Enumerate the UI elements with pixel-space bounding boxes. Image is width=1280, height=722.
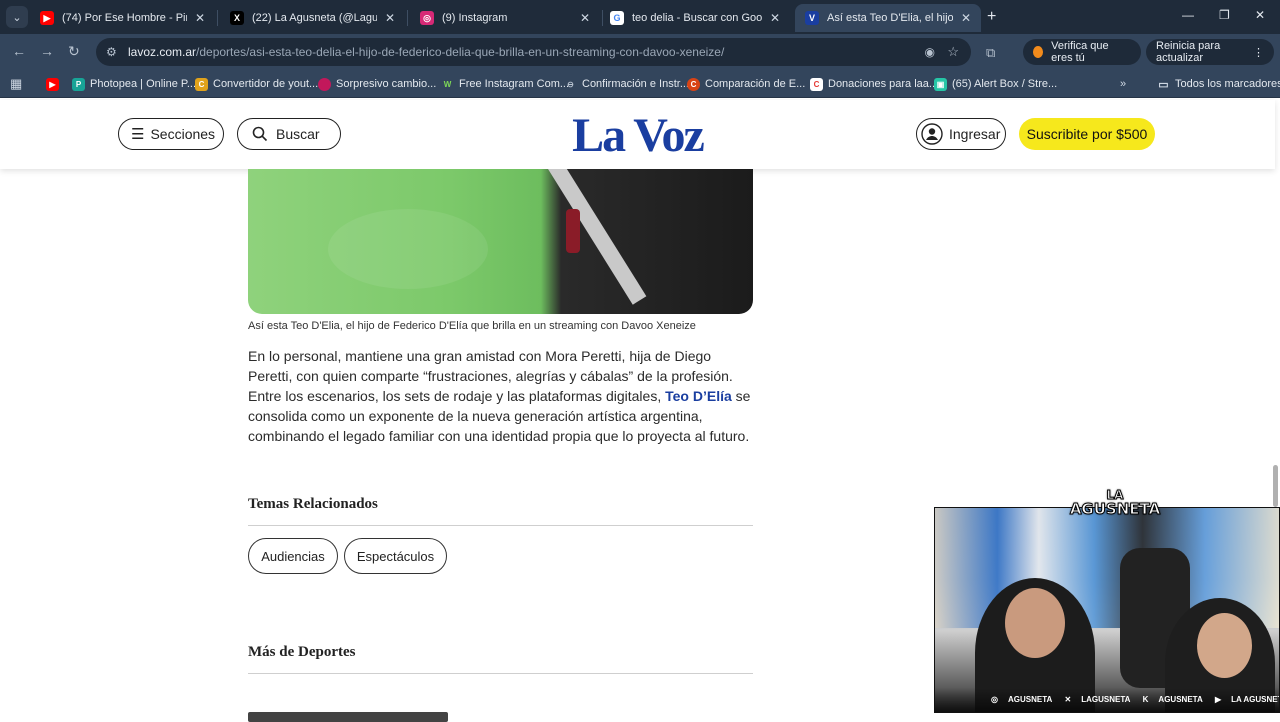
news-icon [318, 77, 331, 91]
verify-pill[interactable]: Verifica que eres tú [1023, 39, 1141, 65]
login-button[interactable]: Ingresar [916, 118, 1006, 150]
back-icon[interactable]: ← [12, 43, 26, 59]
bookmark-star-icon[interactable]: ☆ [947, 44, 959, 60]
hamburger-icon: ☰ [131, 126, 145, 143]
search-button[interactable]: Buscar [237, 118, 341, 150]
tag-espectaculos[interactable]: Espectáculos [344, 538, 447, 574]
teo-delia-link[interactable]: Teo D’Elía [665, 388, 732, 404]
search-label: Buscar [276, 126, 320, 142]
tab-title: (9) Instagram [442, 12, 508, 24]
instagram-icon: ◎ [420, 11, 434, 25]
login-label: Ingresar [949, 126, 1001, 142]
site-info-icon[interactable]: ⚙ [106, 45, 122, 59]
tab-google[interactable]: G teo delia - Buscar con Google ✕ [600, 4, 790, 32]
tag-audiencias[interactable]: Audiencias [248, 538, 338, 574]
all-bookmarks[interactable]: ▭ Todos los marcadores [1157, 76, 1280, 92]
close-icon[interactable]: ✕ [195, 11, 205, 25]
x-icon: ✕ [1064, 695, 1072, 704]
browser-toolbar: ← → ↻ ⚙ lavoz.com.ar/deportes/asi-esta-t… [0, 34, 1280, 70]
photopea-icon: P [72, 77, 85, 91]
instagram-icon: ◎ [991, 695, 998, 704]
google-icon: G [610, 11, 624, 25]
divider [248, 673, 753, 674]
window-close-icon[interactable]: ✕ [1255, 8, 1265, 22]
close-icon[interactable]: ✕ [385, 11, 395, 25]
new-tab-button[interactable]: + [987, 8, 996, 26]
subscribe-button[interactable]: Suscribite por $500 [1019, 118, 1155, 150]
related-topics-heading: Temas Relacionados [248, 496, 378, 512]
warning-dot-icon [1033, 46, 1044, 58]
streamlabs-icon: ▣ [934, 77, 947, 91]
more-bookmarks-icon[interactable]: » [1120, 76, 1126, 92]
forward-icon[interactable]: → [40, 43, 54, 59]
bookmark-item[interactable]: C Donaciones para laa... [810, 76, 938, 92]
address-bar[interactable]: ⚙ lavoz.com.ar/deportes/asi-esta-teo-del… [96, 38, 971, 66]
tab-instagram[interactable]: ◎ (9) Instagram ✕ [410, 4, 600, 32]
close-icon[interactable]: ✕ [961, 11, 971, 25]
tab-title: (22) La Agusneta (@Lagusneta) [252, 12, 377, 24]
sections-label: Secciones [150, 126, 216, 142]
cafecito-icon: C [810, 77, 823, 91]
bookmark-item[interactable]: P Photopea | Online P... [72, 76, 196, 92]
kick-icon: K [1142, 695, 1149, 704]
bookmarks-bar: ▦ ▶ P Photopea | Online P... C Convertidor… [0, 70, 1280, 98]
url-text: lavoz.com.ar/deportes/asi-esta-teo-delia… [128, 45, 725, 59]
bookmark-item[interactable]: C Convertidor de yout... [195, 76, 318, 92]
restart-update-button[interactable]: Reinicia para actualizar ⋮ [1146, 39, 1274, 65]
converter-icon: C [195, 77, 208, 91]
extensions-icon[interactable]: ⧉ [986, 45, 995, 61]
bookmark-item[interactable]: C Comparación de E... [687, 76, 805, 92]
bookmark-youtube[interactable]: ▶ [46, 76, 64, 92]
tab-title: (74) Por Ese Hombre - Pimpinela [62, 12, 187, 24]
reload-icon[interactable]: ↻ [68, 43, 80, 60]
lavoz-logo[interactable]: La Voz [560, 107, 715, 163]
tab-lavoz-active[interactable]: V Así esta Teo D'Elia, el hijo de Fe ✕ [795, 4, 981, 32]
social-handles: ◎ AGUSNETA ✕ LAGUSNETA K AGUSNETA ▶ LA AGUSN… [991, 695, 1279, 704]
folder-icon: ▭ [1158, 78, 1169, 91]
link-icon: ⊖ [567, 79, 574, 89]
divider [248, 525, 753, 526]
sections-button[interactable]: ☰ Secciones [118, 118, 224, 150]
webcam-overlay: ◎ AGUSNETA ✕ LAGUSNETA K AGUSNETA ▶ LA AGUSN… [934, 507, 1280, 713]
bookmark-item[interactable]: ⊖ Confirmación e Instr... [564, 76, 689, 92]
lavoz-icon: V [805, 11, 819, 25]
tab-search-menu[interactable]: ⌄ [6, 6, 28, 28]
close-icon[interactable]: ✕ [580, 11, 590, 25]
more-vert-icon[interactable]: ⋮ [1253, 46, 1264, 59]
apps-icon[interactable]: ▦ [10, 76, 22, 92]
youtube-icon: ▶ [40, 11, 54, 25]
youtube-icon: ▶ [1214, 695, 1222, 704]
eye-off-icon[interactable]: ◉ [925, 45, 935, 59]
w-icon: W [443, 79, 452, 89]
tab-strip: ⌄ ▶ (74) Por Ese Hombre - Pimpinela ✕ X … [0, 0, 1280, 34]
tab-youtube[interactable]: ▶ (74) Por Ese Hombre - Pimpinela ✕ [30, 4, 215, 32]
tab-title: teo delia - Buscar con Google [632, 12, 762, 24]
bookmark-item[interactable]: ▣ (65) Alert Box / Stre... [934, 76, 1057, 92]
user-icon [921, 123, 943, 145]
youtube-icon: ▶ [46, 77, 59, 91]
article-paragraph: En lo personal, mantiene una gran amista… [248, 348, 751, 444]
tab-title: Así esta Teo D'Elia, el hijo de Fe [827, 12, 953, 24]
verify-label: Verifica que eres tú [1051, 40, 1109, 64]
site-header: ☰ Secciones Buscar La Voz Ingresar Suscr… [0, 100, 1275, 169]
compare-icon: C [687, 77, 700, 91]
x-icon: X [230, 11, 244, 25]
minimize-icon[interactable]: — [1182, 8, 1194, 22]
article-photo [248, 169, 753, 314]
restart-label: Reinicia para actualizar [1156, 40, 1221, 64]
bookmark-item[interactable]: W Free Instagram Com... [441, 76, 569, 92]
la-agusneta-logo: LA AGUSNETA [1069, 487, 1161, 518]
photo-caption: Así esta Teo D'Elia, el hijo de Federico… [248, 320, 696, 332]
restore-icon[interactable]: ❐ [1219, 8, 1230, 22]
search-icon [252, 126, 268, 142]
close-icon[interactable]: ✕ [770, 11, 780, 25]
next-headline-cropped [248, 712, 448, 722]
more-sports-heading: Más de Deportes [248, 644, 356, 660]
tab-x[interactable]: X (22) La Agusneta (@Lagusneta) ✕ [220, 4, 405, 32]
scrollbar-thumb[interactable] [1273, 465, 1278, 507]
bookmark-item[interactable]: Sorpresivo cambio... [318, 76, 436, 92]
